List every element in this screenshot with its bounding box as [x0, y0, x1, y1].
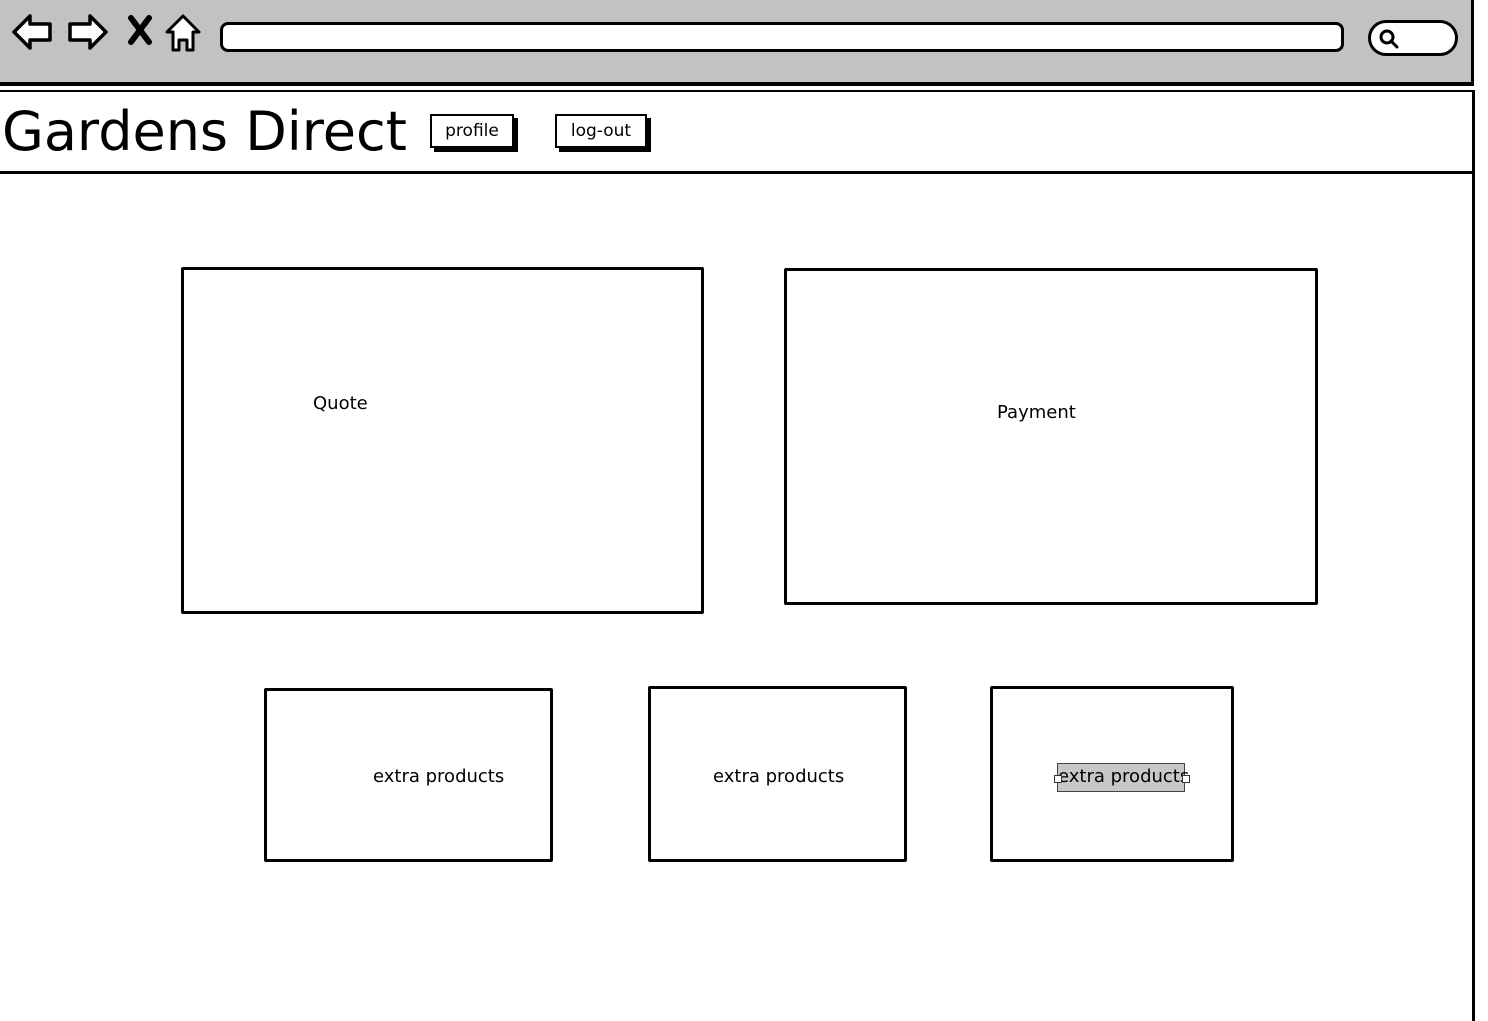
extra-products-card-2[interactable]: extra products — [648, 686, 907, 862]
extra-products-label-selected[interactable]: extra products — [1057, 763, 1189, 792]
extra-products-card-1[interactable]: extra products — [264, 688, 553, 862]
forward-arrow-icon[interactable] — [66, 10, 110, 54]
back-arrow-icon[interactable] — [10, 10, 54, 54]
url-bar[interactable] — [220, 22, 1344, 52]
payment-panel[interactable]: Payment — [784, 268, 1318, 605]
search-input[interactable] — [1368, 20, 1458, 56]
extra-products-card-3[interactable]: extra products — [990, 686, 1234, 862]
quote-panel[interactable]: Quote — [181, 267, 704, 614]
quote-label: Quote — [313, 393, 368, 414]
payment-label: Payment — [997, 402, 1076, 423]
browser-toolbar — [0, 0, 1474, 86]
home-icon[interactable] — [161, 10, 205, 54]
page-border — [1472, 174, 1475, 1021]
logout-button[interactable]: log-out — [555, 114, 647, 148]
extra-products-label: extra products — [713, 766, 845, 787]
selection-handle-right[interactable] — [1182, 775, 1190, 783]
search-icon — [1377, 27, 1401, 51]
profile-button[interactable]: profile — [430, 114, 514, 148]
extra-products-label: extra products — [373, 766, 505, 787]
site-header: Gardens Direct profile log-out — [0, 90, 1475, 174]
close-x-icon[interactable] — [122, 10, 166, 54]
selection-handle-left[interactable] — [1054, 775, 1062, 783]
site-title: Gardens Direct — [2, 100, 407, 163]
